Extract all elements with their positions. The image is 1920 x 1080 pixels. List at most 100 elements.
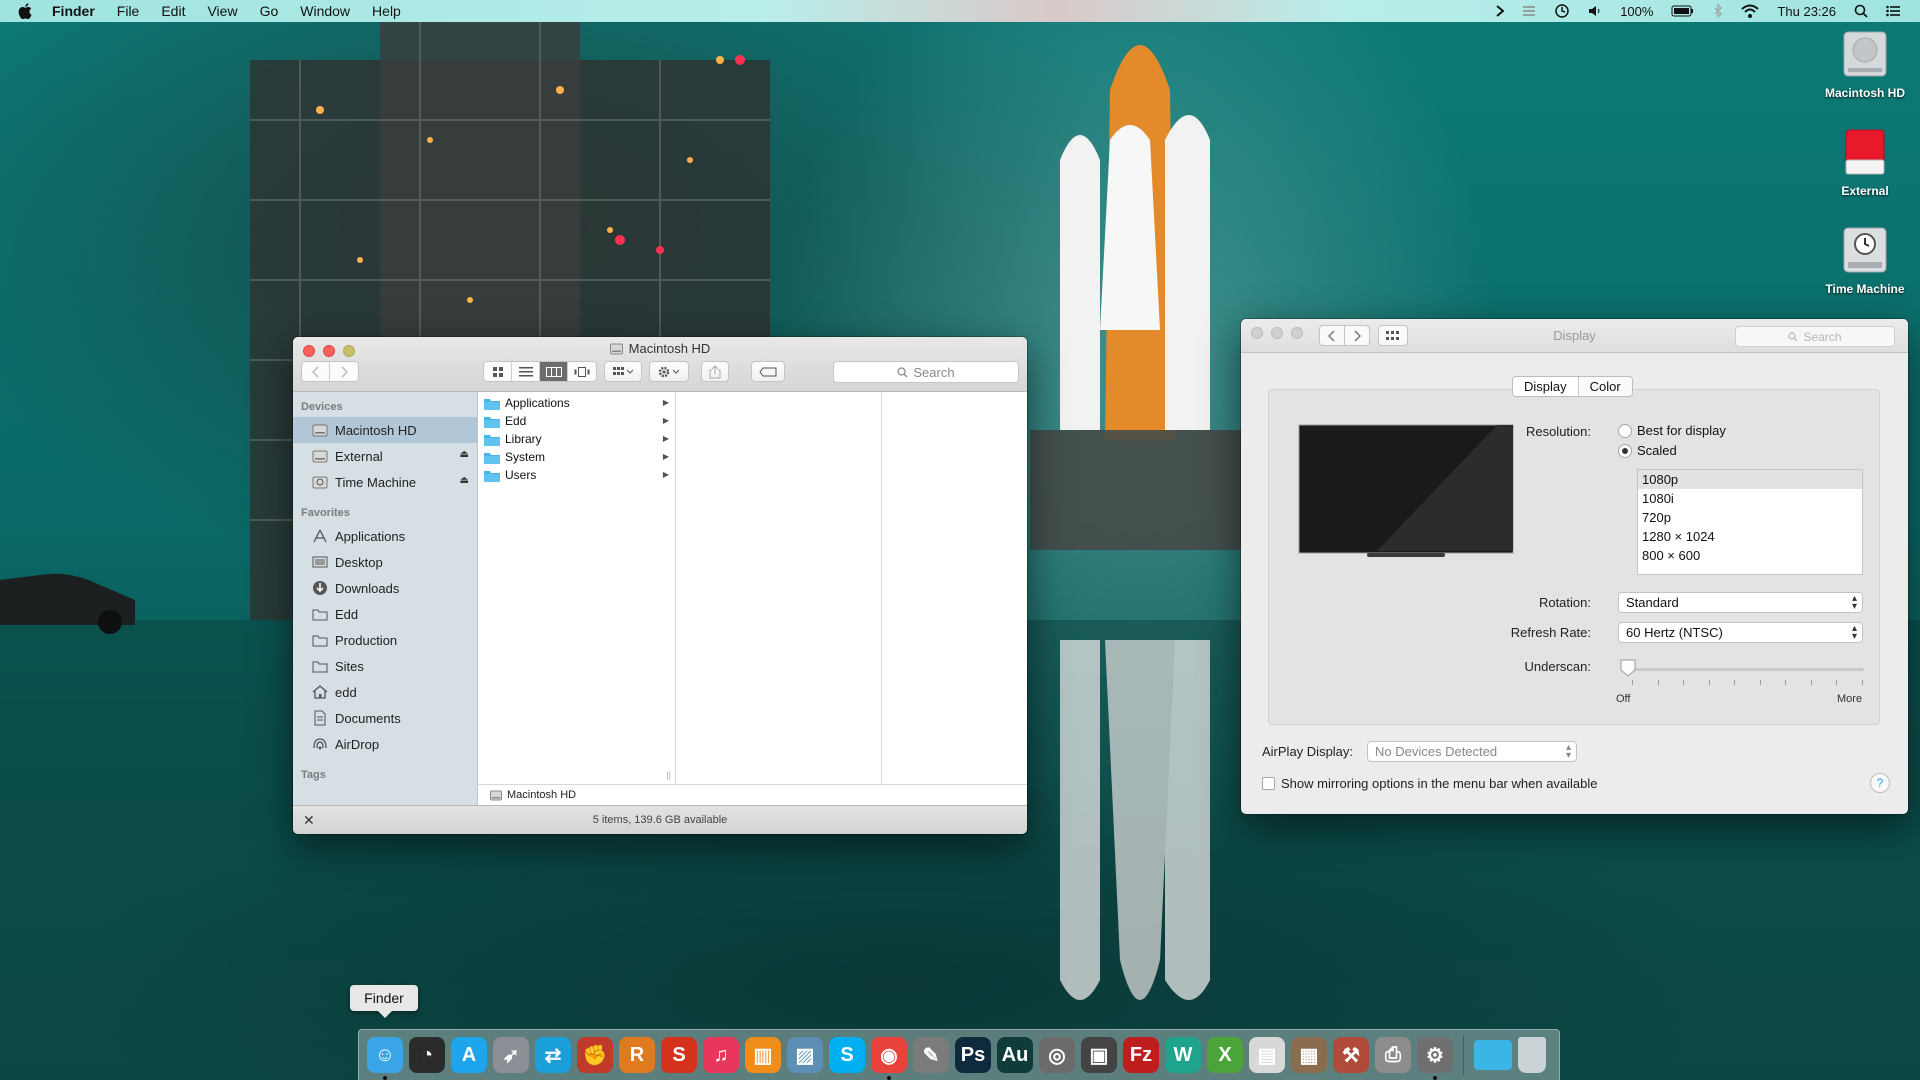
menu-help[interactable]: Help [372,3,401,19]
calculator-icon[interactable]: ▦ [1291,1037,1327,1073]
search-input[interactable]: Search [1735,326,1895,347]
list-view-button[interactable] [512,362,540,381]
time-machine-drive-icon [1843,227,1887,273]
spotlight-icon[interactable] [1854,4,1868,18]
sidebar-item-documents[interactable]: Documents [293,705,477,731]
sidebar-item-downloads[interactable]: Downloads [293,575,477,601]
finder-icon[interactable]: ☺ [367,1037,403,1080]
sidebar-item-time-machine[interactable]: Time Machine ⏏ [293,469,477,495]
teamviewer-icon[interactable]: ⇄ [535,1037,571,1073]
menu-app-name[interactable]: Finder [52,3,95,19]
sidebar-item-airdrop[interactable]: AirDrop [293,731,477,757]
list-item-1280x1024[interactable]: 1280 × 1024 [1638,527,1862,546]
search-input[interactable]: Search [833,361,1019,383]
s-app-icon[interactable]: S [661,1037,697,1073]
menu-edit[interactable]: Edit [161,3,185,19]
x-app-icon[interactable]: X [1207,1037,1243,1073]
desktop-icon-macintosh-hd[interactable]: Macintosh HD [1815,28,1915,100]
sidebar-item-external[interactable]: External ⏏ [293,443,477,469]
menu-file[interactable]: File [117,3,140,19]
back-button[interactable] [302,362,330,381]
share-button[interactable] [701,361,729,382]
sidebar-item-applications[interactable]: Applications [293,523,477,549]
resolution-scaled-radio[interactable]: Scaled [1618,443,1677,458]
list-item-users[interactable]: Users ▶ [478,466,675,484]
list-item-720p[interactable]: 720p [1638,508,1862,527]
close-icon[interactable]: ✕ [303,812,315,829]
ibooks-icon[interactable]: ▥ [745,1037,781,1073]
tab-color[interactable]: Color [1579,377,1632,396]
bluetooth-icon[interactable] [1713,4,1723,18]
underscan-slider-knob[interactable] [1620,659,1636,677]
time-machine-icon[interactable] [1554,3,1570,19]
app-store-icon[interactable]: A [451,1037,487,1073]
wifi-icon[interactable] [1741,4,1760,18]
battery-icon[interactable] [1671,5,1695,17]
photoshop-icon[interactable]: Ps [955,1037,991,1073]
clock[interactable]: Thu 23:26 [1777,4,1836,19]
column-view-button[interactable] [540,362,568,381]
menu-go[interactable]: Go [260,3,279,19]
list-item-applications[interactable]: Applications ▶ [478,394,675,412]
screenflow-icon[interactable]: ▣ [1081,1037,1117,1073]
sidebar-item-macintosh-hd[interactable]: Macintosh HD [293,417,477,443]
desktop-icon-external[interactable]: External [1815,126,1915,198]
tab-display[interactable]: Display [1513,377,1579,396]
bartender-icon[interactable] [1522,5,1536,17]
filezilla-icon[interactable]: Fz [1123,1037,1159,1073]
list-item-edd[interactable]: Edd ▶ [478,412,675,430]
volume-icon[interactable] [1588,5,1602,17]
r-app-icon[interactable]: R [619,1037,655,1073]
trash-icon[interactable] [1518,1037,1546,1073]
eject-icon[interactable]: ⏏ [460,449,469,460]
disk-utility-icon[interactable]: ◎ [1039,1037,1075,1073]
textedit-icon[interactable]: ▤ [1249,1037,1285,1073]
sidebar-item-production[interactable]: Production [293,627,477,653]
list-item-1080i[interactable]: 1080i [1638,489,1862,508]
help-button[interactable]: ? [1870,773,1890,793]
apple-icon[interactable] [18,3,38,19]
sidebar-item-edd[interactable]: Edd [293,601,477,627]
folder-stack-icon[interactable] [1474,1040,1512,1070]
sidebar-item-home[interactable]: edd [293,679,477,705]
underscan-slider-track[interactable] [1628,668,1864,671]
rotation-select[interactable]: Standard ▴ ▾ [1618,592,1863,613]
icon-view-button[interactable] [484,362,512,381]
mirroring-checkbox[interactable] [1262,777,1275,790]
itunes-icon[interactable]: ♫ [703,1037,739,1073]
notification-center-icon[interactable] [1886,5,1900,17]
audition-icon[interactable]: Au [997,1037,1033,1073]
launchpad-icon[interactable]: ➶ [493,1037,529,1073]
boxing-glove-icon[interactable]: ✊ [577,1037,613,1073]
menu-view[interactable]: View [207,3,237,19]
toolbox-icon[interactable]: ⚒ [1333,1037,1369,1073]
list-item-800x600[interactable]: 800 × 600 [1638,546,1862,565]
forward-button[interactable] [330,362,358,381]
list-item-1080p[interactable]: 1080p [1638,470,1862,489]
script-editor-icon[interactable]: ✎ [913,1037,949,1073]
tags-button[interactable] [751,361,785,382]
refresh-rate-select[interactable]: 60 Hertz (NTSC) ▴ ▾ [1618,622,1863,643]
system-preferences-icon[interactable]: ⚙ [1417,1037,1453,1080]
chrome-icon[interactable]: ◉ [871,1037,907,1080]
list-item-library[interactable]: Library ▶ [478,430,675,448]
resolution-best-radio[interactable]: Best for display [1618,423,1726,438]
airplay-select[interactable]: No Devices Detected ▴ ▾ [1367,741,1577,762]
printer-icon[interactable]: ⎙ [1375,1037,1411,1073]
action-button[interactable] [649,361,689,382]
coverflow-view-button[interactable] [568,362,596,381]
preview-icon[interactable]: ▨ [787,1037,823,1073]
sidebar-item-sites[interactable]: Sites [293,653,477,679]
sidebar-item-desktop[interactable]: Desktop [293,549,477,575]
column-resize-handle[interactable]: || [666,770,671,780]
list-item-system[interactable]: System ▶ [478,448,675,466]
dashboard-icon[interactable]: ◔ [409,1037,445,1073]
desktop-icon-time-machine[interactable]: Time Machine [1815,224,1915,296]
w-app-icon[interactable]: W [1165,1037,1201,1073]
skype-icon[interactable]: S [829,1037,865,1073]
eject-icon[interactable]: ⏏ [460,475,469,486]
menu-window[interactable]: Window [300,3,350,19]
notification-arrow-icon[interactable] [1496,5,1505,17]
arrange-button[interactable] [604,361,642,382]
path-item[interactable]: Macintosh HD [507,789,576,801]
